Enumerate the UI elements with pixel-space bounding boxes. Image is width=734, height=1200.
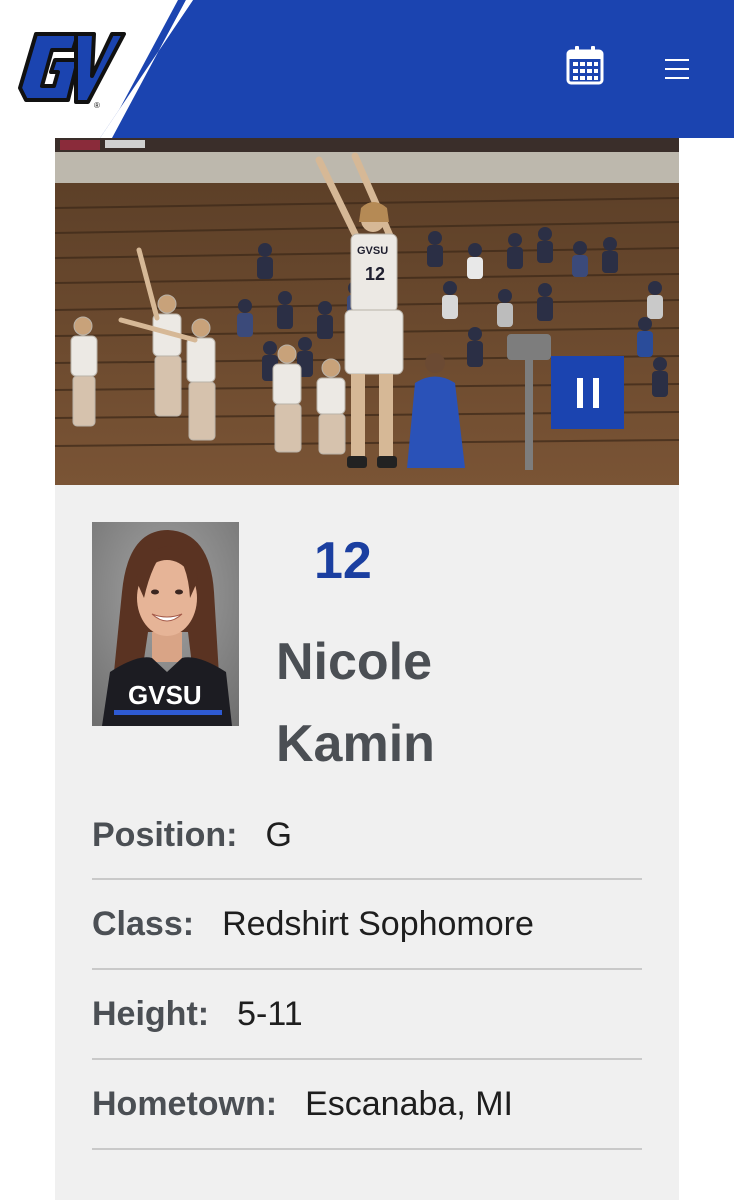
bio-row-hometown: Hometown: Escanaba, MI	[92, 1060, 642, 1150]
bio-label: Hometown:	[92, 1085, 278, 1123]
hero-jersey-number: 12	[365, 264, 385, 284]
gv-logo[interactable]: ®	[16, 26, 126, 110]
bio-value: 5-11	[237, 995, 303, 1033]
player-first-name: Nicole	[276, 633, 433, 691]
bio-row-class: Class: Redshirt Sophomore	[92, 880, 642, 970]
bio-value: Escanaba, MI	[305, 1085, 513, 1123]
pause-button[interactable]	[551, 356, 624, 429]
player-headshot: GVSU	[92, 522, 239, 726]
hero-jersey-text: GVSU	[357, 245, 388, 257]
bio-row-position: Position: G	[92, 792, 642, 880]
headshot-jersey-text: GVSU	[128, 680, 202, 710]
basketball-game-photo: GVSU 12	[55, 138, 679, 485]
svg-text:®: ®	[94, 101, 100, 110]
bio-label: Position:	[92, 816, 238, 854]
bio-label: Class:	[92, 905, 195, 943]
menu-button[interactable]	[656, 50, 698, 92]
player-number: 12	[314, 532, 372, 590]
bio-label: Height:	[92, 995, 210, 1033]
bio-row-height: Height: 5-11	[92, 970, 642, 1060]
player-last-name: Kamin	[276, 715, 435, 773]
player-bio: Position: G Class: Redshirt Sophomore He…	[92, 816, 642, 1150]
calendar-icon	[566, 45, 604, 90]
hero-photo: GVSU 12	[55, 138, 679, 485]
player-card: GVSU 12 Nicole Kamin Position: G Class: …	[55, 485, 679, 1200]
hamburger-menu-icon	[664, 56, 690, 87]
bio-value: Redshirt Sophomore	[222, 905, 534, 943]
player-name: Nicole Kamin	[276, 621, 656, 785]
site-header: ®	[0, 0, 734, 138]
calendar-button[interactable]	[562, 44, 608, 90]
pause-icon	[572, 377, 604, 408]
bio-value: G	[265, 816, 292, 854]
